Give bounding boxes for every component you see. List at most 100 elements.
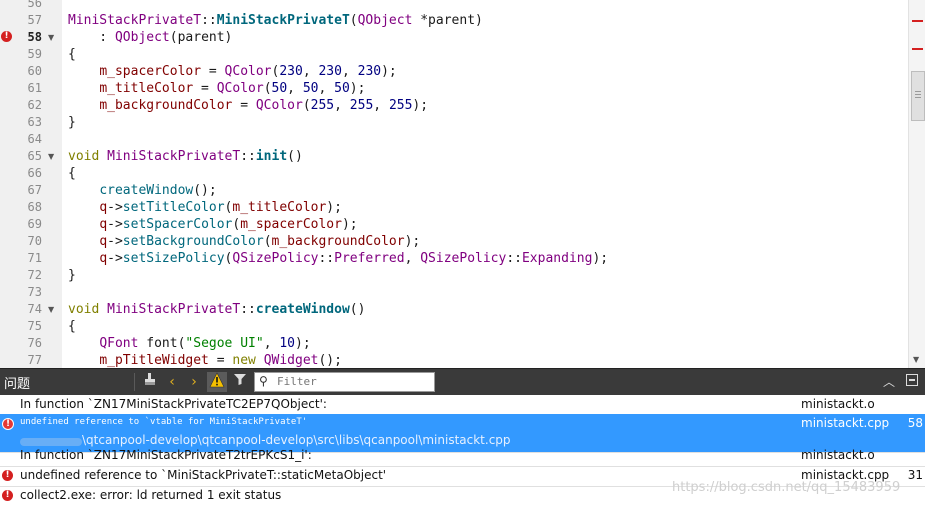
next-icon[interactable]: › [184, 372, 204, 392]
code-text: void MiniStackPrivateT::createWindow() [68, 302, 366, 317]
fold-arrow-icon[interactable]: ▼ [48, 301, 54, 318]
scroll-down-icon[interactable]: ▼ [913, 355, 919, 364]
search-icon: ⚲ [259, 374, 268, 388]
line-number: 72 [27, 268, 42, 282]
issues-list: In function `ZN17MiniStackPrivateTC2EP7Q… [0, 395, 925, 505]
code-text: q->setSpacerColor(m_spacerColor); [99, 217, 358, 232]
line-number: 56 [27, 0, 42, 10]
code-text: m_backgroundColor = QColor(255, 255, 255… [99, 98, 429, 113]
issue-file: ministackt.o [801, 448, 875, 462]
issue-row[interactable]: In function `ZN17MiniStackPrivateTC2EP7Q… [0, 395, 925, 416]
toolbar-separator [134, 373, 135, 391]
code-line[interactable]: 62 m_backgroundColor = QColor(255, 255, … [0, 97, 908, 114]
warning-filter-icon[interactable] [207, 372, 227, 392]
grip-line [915, 97, 921, 98]
line-number: 70 [27, 234, 42, 248]
filter-icon[interactable] [230, 372, 250, 392]
code-line[interactable]: 72} [0, 267, 908, 284]
issue-line: 31 [907, 468, 923, 482]
issue-file: ministackt.o [801, 397, 875, 411]
panel-title: 问题 [4, 377, 31, 392]
code-line[interactable]: ! 58 ▼ : QObject(parent) [0, 29, 908, 46]
code-line[interactable]: 73 [0, 284, 908, 301]
code-line[interactable]: 64 [0, 131, 908, 148]
line-number: 77 [27, 353, 42, 367]
issue-path: \qtcanpool-develop\qtcanpool-develop\src… [82, 433, 511, 447]
code-line[interactable]: 71 q->setSizePolicy(QSizePolicy::Preferr… [0, 250, 908, 267]
close-panel-icon[interactable] [903, 372, 921, 392]
previous-icon[interactable]: ‹ [162, 372, 182, 392]
issue-file: ministackt.cpp [801, 416, 890, 430]
collapse-up-icon[interactable]: ︿ [880, 372, 898, 392]
code-line[interactable]: 75 { [0, 318, 908, 335]
code-text: m_spacerColor = QColor(230, 230, 230); [99, 64, 397, 79]
code-line[interactable]: 74 ▼ void MiniStackPrivateT::createWindow(… [0, 301, 908, 318]
code-line[interactable]: 65 ▼ void MiniStackPrivateT::init() [0, 148, 908, 165]
grip-line [915, 91, 921, 92]
issues-toolbar: 问题 ‹ › ⚲ ︿ [0, 368, 925, 395]
code-line[interactable]: 77 m_pTitleWidget = new QWidget(); [0, 352, 908, 368]
issue-description: undefined reference to `MiniStackPrivate… [20, 468, 387, 482]
filter-field[interactable]: ⚲ [254, 372, 435, 392]
code-text: : QObject(parent) [68, 30, 233, 45]
code-line[interactable]: 61 m_titleColor = QColor(50, 50, 50); [0, 80, 908, 97]
issue-description: In function `ZN17MiniStackPrivateT2trEPK… [20, 448, 312, 462]
error-marker [912, 48, 923, 50]
code-line[interactable]: 68 q->setTitleColor(m_titleColor); [0, 199, 908, 216]
code-text: q->setTitleColor(m_titleColor); [99, 200, 342, 215]
code-line[interactable]: 63} [0, 114, 908, 131]
line-number: 64 [27, 132, 42, 146]
vertical-scrollbar[interactable]: ▼ [908, 0, 925, 368]
code-text: q->setBackgroundColor(m_backgroundColor)… [99, 234, 421, 249]
fold-arrow-icon[interactable]: ▼ [48, 148, 54, 165]
code-text: } [68, 115, 76, 130]
code-text: createWindow(); [99, 183, 217, 198]
watermark: https://blog.csdn.net/qq_15483959 [672, 480, 901, 495]
code-text: MiniStackPrivateT::MiniStackPrivateT(QOb… [68, 13, 483, 28]
code-text: q->setSizePolicy(QSizePolicy::Preferred,… [99, 251, 609, 266]
error-icon: ! [1, 31, 12, 42]
redacted-path [20, 438, 82, 446]
clean-icon[interactable] [140, 372, 160, 392]
code-text: m_pTitleWidget = new QWidget(); [99, 353, 342, 368]
scrollbar-thumb[interactable] [911, 71, 925, 121]
code-line[interactable]: 69 q->setSpacerColor(m_spacerColor); [0, 216, 908, 233]
issue-description: In function `ZN17MiniStackPrivateTC2EP7Q… [20, 397, 327, 411]
issue-description: undefined reference to `vtable for MiniS… [20, 417, 308, 427]
issue-line: 58 [907, 416, 923, 430]
code-text: { [68, 166, 76, 181]
filter-input[interactable] [277, 374, 427, 389]
line-number: 58 [27, 30, 42, 44]
code-text: QFont font("Segoe UI", 10); [99, 336, 311, 351]
code-line[interactable]: 59 { [0, 46, 908, 63]
line-number: 67 [27, 183, 42, 197]
issue-row[interactable]: In function `ZN17MiniStackPrivateT2trEPK… [0, 446, 925, 467]
code-line[interactable]: 60 m_spacerColor = QColor(230, 230, 230)… [0, 63, 908, 80]
line-number: 74 [27, 302, 42, 316]
line-number: 76 [27, 336, 42, 350]
code-line[interactable]: 57 MiniStackPrivateT::MiniStackPrivateT(Q… [0, 12, 908, 29]
code-line[interactable]: 56 [0, 0, 908, 12]
code-text: { [68, 319, 76, 334]
code-editor[interactable]: 5657 MiniStackPrivateT::MiniStackPrivateT… [0, 0, 925, 368]
line-number: 71 [27, 251, 42, 265]
error-icon: ! [2, 490, 13, 501]
line-number: 62 [27, 98, 42, 112]
line-number: 73 [27, 285, 42, 299]
code-text: } [68, 268, 76, 283]
line-number: 61 [27, 81, 42, 95]
line-number: 69 [27, 217, 42, 231]
line-number: 60 [27, 64, 42, 78]
line-number: 68 [27, 200, 42, 214]
code-line[interactable]: 67 createWindow(); [0, 182, 908, 199]
line-number: 66 [27, 166, 42, 180]
line-number: 65 [27, 149, 42, 163]
code-text: { [68, 47, 76, 62]
fold-arrow-icon[interactable]: ▼ [48, 29, 54, 46]
code-line[interactable]: 76 QFont font("Segoe UI", 10); [0, 335, 908, 352]
code-text: void MiniStackPrivateT::init() [68, 149, 303, 164]
code-line[interactable]: 70 q->setBackgroundColor(m_backgroundCol… [0, 233, 908, 250]
code-line[interactable]: 66 { [0, 165, 908, 182]
grip-line [915, 94, 921, 95]
issue-description: collect2.exe: error: ld returned 1 exit … [20, 488, 282, 502]
